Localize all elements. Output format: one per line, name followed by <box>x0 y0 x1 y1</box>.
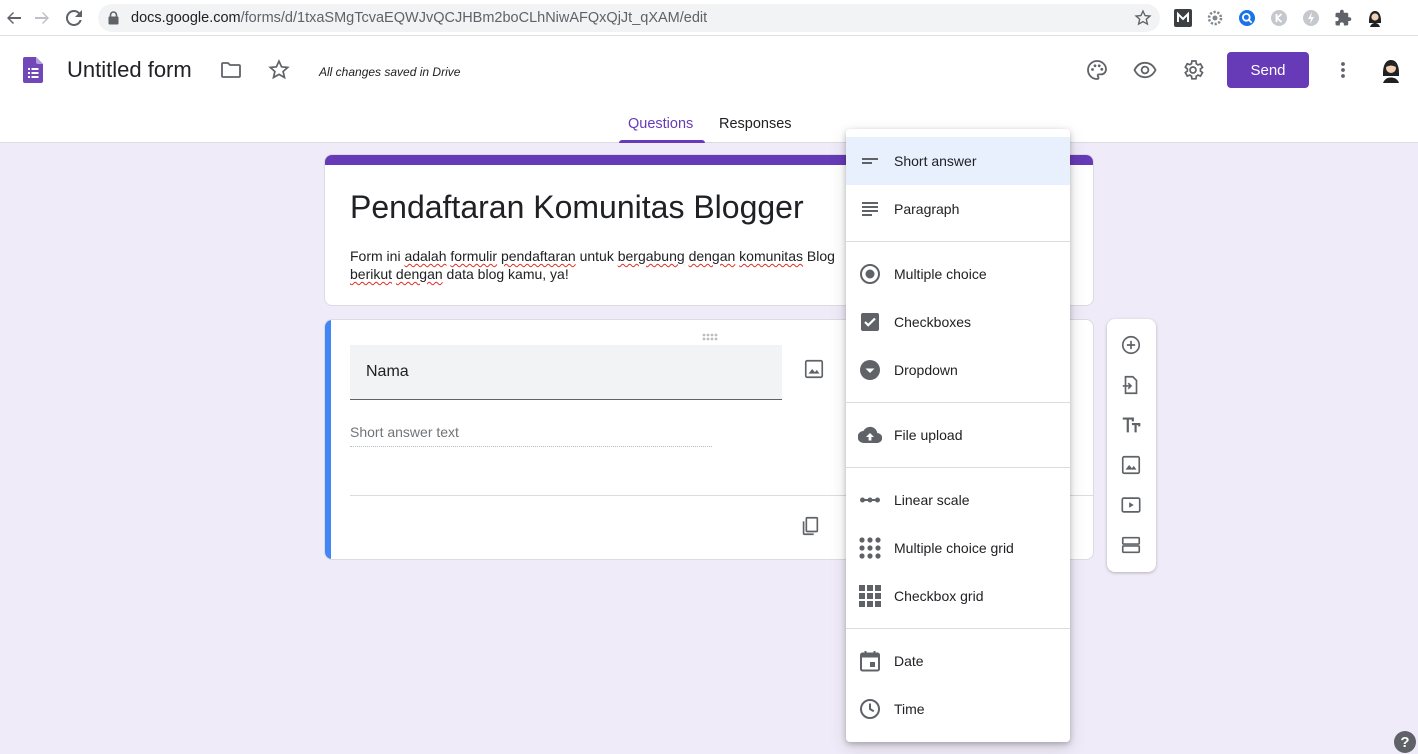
bookmark-star-icon[interactable] <box>1134 9 1152 32</box>
cloud-upload-icon <box>858 423 882 447</box>
menu-item-file-upload[interactable]: File upload <box>846 411 1070 459</box>
add-title-text-icon[interactable] <box>1119 413 1143 437</box>
radio-icon <box>858 262 882 286</box>
menu-item-time[interactable]: Time <box>846 685 1070 733</box>
address-bar[interactable]: docs.google.com/forms/d/1txaSMgTcvaEQWJv… <box>98 4 1160 32</box>
folder-icon[interactable] <box>217 56 245 84</box>
help-button[interactable]: ? <box>1394 731 1416 753</box>
url-path: /forms/d/1txaSMgTcvaEQWJvQCJHBm2boCLhNiw… <box>240 10 708 26</box>
add-image-icon[interactable] <box>803 358 825 385</box>
menu-item-multiple-choice[interactable]: Multiple choice <box>846 250 1070 298</box>
checkbox-icon <box>858 310 882 334</box>
settings-gear-icon[interactable] <box>1179 56 1207 84</box>
question-title-input[interactable]: Nama <box>350 345 782 400</box>
extension-gear-icon[interactable] <box>1205 8 1225 28</box>
short-answer-placeholder: Short answer text <box>350 424 712 447</box>
description-line-1: Form ini adalah formulir pendaftaran unt… <box>350 248 835 264</box>
forward-arrow-icon[interactable] <box>30 6 54 30</box>
menu-separator <box>846 628 1070 629</box>
square-grid-icon <box>858 584 882 608</box>
add-video-icon[interactable] <box>1119 493 1143 517</box>
back-arrow-icon[interactable] <box>2 6 26 30</box>
browser-profile-avatar[interactable] <box>1365 8 1385 28</box>
clock-icon <box>858 697 882 721</box>
send-button[interactable]: Send <box>1227 52 1309 88</box>
duplicate-icon[interactable] <box>799 515 821 542</box>
drag-handle-icon[interactable] <box>702 328 718 346</box>
extension-m-icon[interactable] <box>1173 8 1193 28</box>
google-forms-logo-icon[interactable] <box>19 56 47 84</box>
add-section-icon[interactable] <box>1119 533 1143 557</box>
lock-icon <box>108 11 119 30</box>
calendar-icon <box>858 649 882 673</box>
active-question-indicator <box>325 320 331 559</box>
active-tab-indicator <box>619 140 705 143</box>
browser-toolbar: docs.google.com/forms/d/1txaSMgTcvaEQWJv… <box>0 0 1418 36</box>
short-answer-icon <box>858 149 882 173</box>
forms-header: Untitled form All changes saved in Drive… <box>0 36 1418 143</box>
document-title[interactable]: Untitled form <box>67 57 192 83</box>
menu-item-multiple-choice-grid[interactable]: Multiple choice grid <box>846 524 1070 572</box>
palette-icon[interactable] <box>1083 56 1111 84</box>
dot-grid-icon <box>858 536 882 560</box>
dropdown-icon <box>858 358 882 382</box>
menu-item-dropdown[interactable]: Dropdown <box>846 346 1070 394</box>
extensions-puzzle-icon[interactable] <box>1333 8 1353 28</box>
tab-questions[interactable]: Questions <box>628 116 693 132</box>
question-type-menu: Short answer Paragraph Multiple choice C… <box>846 129 1070 742</box>
menu-item-date[interactable]: Date <box>846 637 1070 685</box>
extension-search-icon[interactable] <box>1237 8 1257 28</box>
menu-separator <box>846 241 1070 242</box>
extension-bolt-icon[interactable] <box>1301 8 1321 28</box>
add-image-toolbar-icon[interactable] <box>1119 453 1143 477</box>
menu-separator <box>846 402 1070 403</box>
paragraph-icon <box>858 197 882 221</box>
import-questions-icon[interactable] <box>1119 373 1143 397</box>
menu-item-linear-scale[interactable]: Linear scale <box>846 476 1070 524</box>
add-item-toolbar <box>1107 319 1156 572</box>
linear-scale-icon <box>858 488 882 512</box>
save-status: All changes saved in Drive <box>319 65 461 79</box>
account-avatar[interactable] <box>1377 56 1405 84</box>
extension-k-icon[interactable] <box>1269 8 1289 28</box>
menu-item-checkboxes[interactable]: Checkboxes <box>846 298 1070 346</box>
menu-item-paragraph[interactable]: Paragraph <box>846 185 1070 233</box>
star-icon[interactable] <box>265 56 293 84</box>
menu-item-checkbox-grid[interactable]: Checkbox grid <box>846 572 1070 620</box>
description-line-2: berikut dengan data blog kamu, ya! <box>350 266 569 282</box>
url-text: docs.google.com/forms/d/1txaSMgTcvaEQWJv… <box>131 10 707 26</box>
menu-separator <box>846 467 1070 468</box>
menu-item-short-answer[interactable]: Short answer <box>846 137 1070 185</box>
tab-responses[interactable]: Responses <box>719 116 792 132</box>
question-title: Nama <box>366 363 409 380</box>
form-description[interactable]: Form ini adalah formulir pendaftaran unt… <box>350 247 850 283</box>
reload-icon[interactable] <box>62 6 86 30</box>
preview-eye-icon[interactable] <box>1131 56 1159 84</box>
url-host: docs.google.com <box>131 10 241 26</box>
more-vert-icon[interactable] <box>1329 56 1357 84</box>
form-title[interactable]: Pendaftaran Komunitas Blogger <box>350 189 804 226</box>
add-question-icon[interactable] <box>1119 333 1143 357</box>
